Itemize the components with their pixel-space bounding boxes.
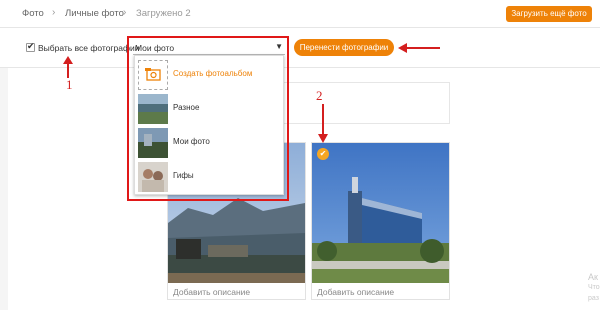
annotation-label-2: 2 [316,88,323,103]
watermark-text: Что [588,284,600,291]
annotation-arrows [63,43,440,143]
annotation-label-1: 1 [66,77,73,92]
watermark-text: раз [588,295,599,302]
watermark-text: Ак [588,272,598,282]
